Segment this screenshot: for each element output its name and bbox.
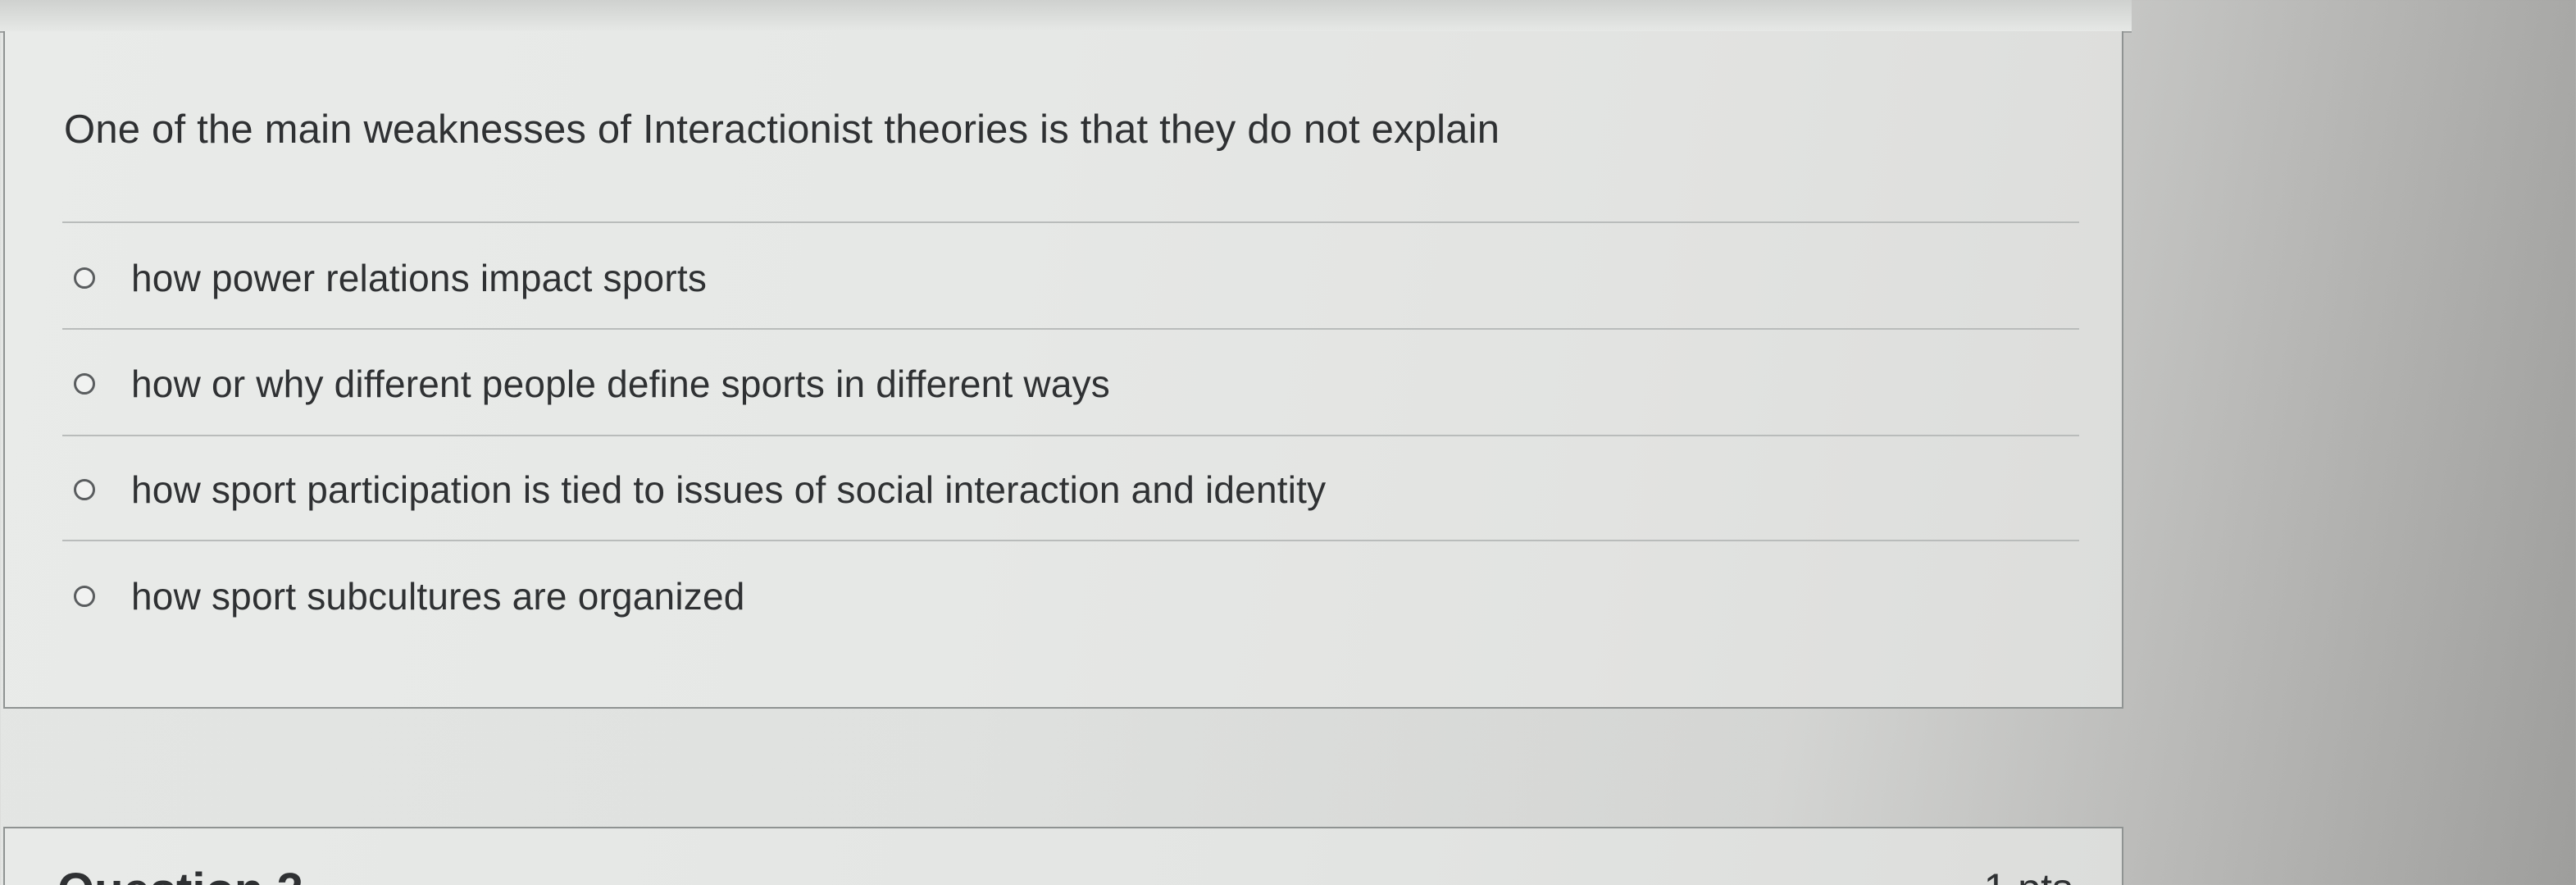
divider <box>62 540 2079 541</box>
question-title: Question 2 <box>57 863 303 885</box>
question-points: 1 pts <box>1984 864 2073 885</box>
radio-button-icon[interactable] <box>74 586 95 607</box>
answer-option-3[interactable]: how sport participation is tied to issue… <box>74 461 1326 518</box>
answer-option-label: how sport participation is tied to issue… <box>131 468 1327 511</box>
question-card: One of the main weaknesses of Interactio… <box>3 31 2123 709</box>
answer-option-label: how sport subcultures are organized <box>131 575 745 618</box>
divider <box>62 221 2079 223</box>
answer-option-label: how or why different people define sport… <box>131 363 1111 405</box>
answer-option-1[interactable]: how power relations impact sports <box>74 249 707 307</box>
divider <box>62 435 2079 436</box>
divider <box>62 328 2079 330</box>
question-text: One of the main weaknesses of Interactio… <box>64 107 1500 152</box>
radio-button-icon[interactable] <box>74 479 95 500</box>
answer-option-4[interactable]: how sport subcultures are organized <box>74 568 745 625</box>
previous-card-edge <box>0 0 2132 33</box>
answer-option-2[interactable]: how or why different people define sport… <box>74 355 1110 413</box>
answer-option-label: how power relations impact sports <box>131 257 708 299</box>
next-question-card: Question 2 1 pts <box>3 827 2123 885</box>
radio-button-icon[interactable] <box>74 267 95 289</box>
radio-button-icon[interactable] <box>74 373 95 395</box>
